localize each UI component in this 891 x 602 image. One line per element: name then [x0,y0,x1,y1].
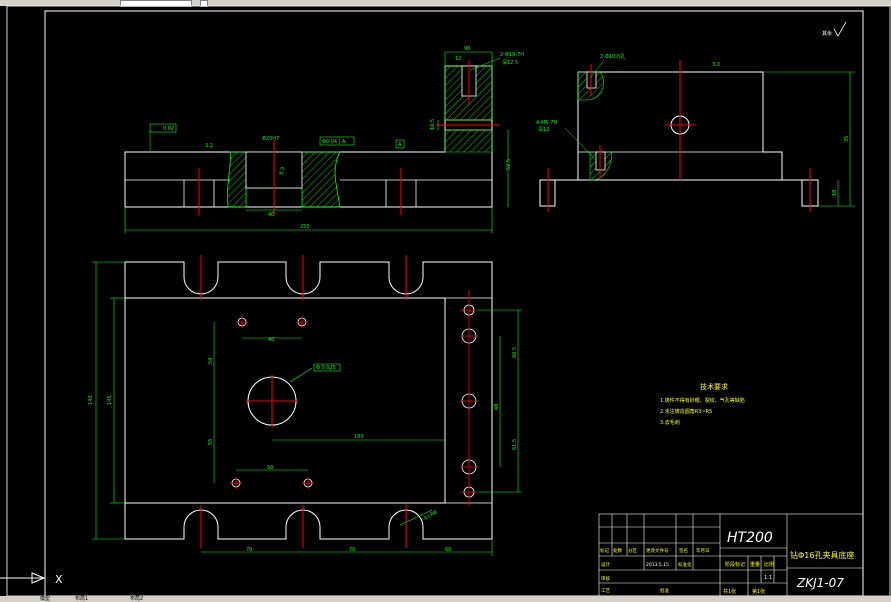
stage-label: 阶段标记 [725,561,745,568]
tech-title: 技术要求 [700,382,728,391]
corner-roughness: 其余 [822,21,847,37]
top-view [92,255,522,556]
material: HT200 [727,530,773,546]
dim-top-width: 90 [464,46,470,52]
dim-depth-note: 深12.5 [502,59,518,66]
side-roughness: 3.2 [712,62,720,68]
dim-r-right-2: 48 [494,404,500,410]
depth-note: 深12 [538,126,549,133]
roughness-1: 3.2 [205,143,213,149]
tb-col-mark: 标记 [600,547,609,554]
counterbore-note: 2-Φ10沉孔 [600,53,625,60]
tab-layout1[interactable]: 布局1 [75,596,88,602]
tb-process: 工艺 [601,588,610,594]
dim-70a: 70 [246,547,252,553]
side-dim-height: 35 [844,136,850,142]
tb-date: 2013.5.15 [646,562,669,568]
title-block-text: HT200 钻Φ16孔夹具底座 ZKJ1-07 阶段标记 重量 比例 1:1 共… [600,530,854,595]
ucs-x-label: X [55,573,63,586]
weight-label: 重量 [750,561,760,568]
tb-designer: 设计 [601,561,610,568]
radius-note: 4×R8 [423,510,438,522]
tb-check: 审核 [601,575,610,582]
dim-bore: Φ20H7 [262,136,279,142]
dim-overall-length: 250 [300,224,310,230]
dim-70b: 70 [349,547,355,553]
tech-item-3: 3.去毛刺 [660,419,680,426]
hole-note: 4-M6-7H [536,120,557,126]
dim-r-right-3: 61.5 [512,439,518,450]
tech-requirements: 技术要求 1.铸件不得有砂眼、裂纹、气孔等缺陷 2.未注铸造圆角R3~R5 3.… [660,382,745,426]
sheet-number: 第1张 [752,588,765,595]
dim-50: 50 [267,465,273,471]
tech-item-1: 1.铸件不得有砂眼、裂纹、气孔等缺陷 [660,397,745,404]
tab-layout2[interactable]: 布局2 [130,596,143,602]
dim-r-right-1: 60.5 [512,347,518,358]
dim-height: 52.5 [506,159,512,170]
front-view [124,51,509,233]
dim-55: 55 [208,439,214,445]
tol-box: Φ 0.025 [316,365,336,371]
ucs-icon: X [0,572,63,586]
flatness-tol: 0.02 [163,126,174,132]
sheet-total: 共1张 [723,588,736,595]
dim-step: 10.5 [430,119,436,130]
part-name: 钻Φ16孔夹具底座 [790,550,854,560]
dim-60: 60 [445,547,451,553]
layout-tabs: 模型 布局1 布局2 [0,596,891,602]
position-tol: Φ0.04 | A [322,139,346,145]
tb-col-date: 年月日 [696,547,710,554]
drawing-canvas[interactable]: 90 12 2-Φ10-7H 深12.5 250 40 52.5 10.5 0.… [0,0,891,602]
dim-40: 40 [268,337,274,343]
dim-small: 12 [455,56,461,62]
dim-base-width: 40 [268,212,274,218]
dim-180: 180 [354,434,364,440]
tb-col-count: 处数 [613,547,622,554]
dim-140: 140 [88,395,94,405]
dim-54: 54 [208,358,214,364]
tb-col-zone: 分区 [628,547,637,554]
tab-model[interactable]: 模型 [40,596,50,602]
drawing-number: ZKJ1-07 [796,576,844,590]
dim-145: 145 [107,395,113,405]
side-dim-lower: 18 [832,190,838,196]
tb-col-sign: 签名 [679,547,688,554]
scale-value: 1:1 [764,575,772,581]
corner-note: 其余 [822,30,832,37]
scale-label: 比例 [764,561,774,568]
tb-std: 标准化 [678,561,692,568]
side-view [539,59,855,212]
tb-approve: 批准 [660,587,669,594]
tech-item-2: 2.未注铸造圆角R3~R5 [660,408,712,415]
dim-hole-note: 2-Φ10-7H [500,52,524,58]
datum-label: A [398,142,402,148]
tb-col-docno: 更改文件号 [646,547,669,554]
